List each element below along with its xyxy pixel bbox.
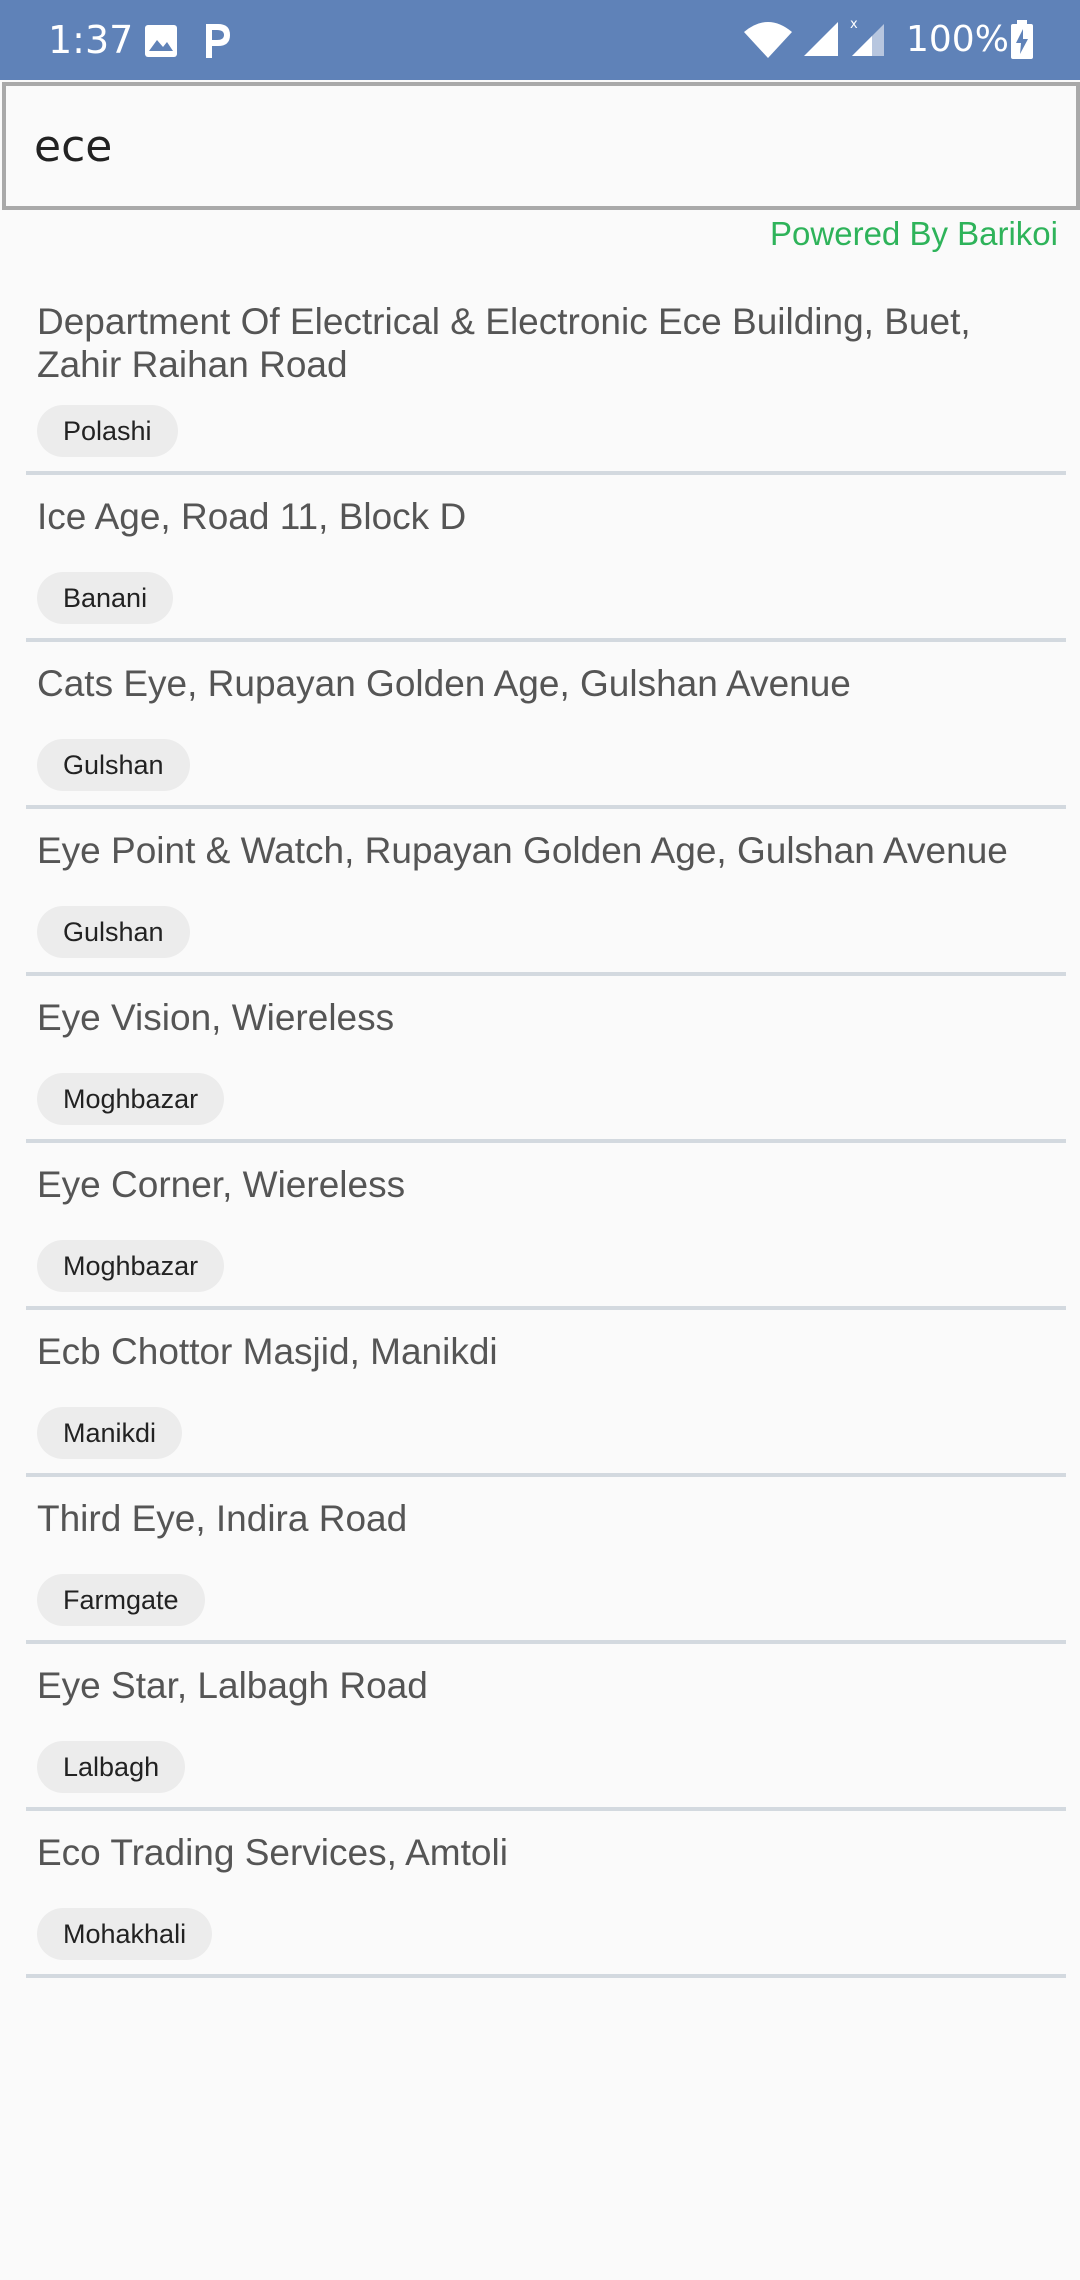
result-title: Eye Star, Lalbagh Road bbox=[37, 1665, 428, 1706]
result-title: Third Eye, Indira Road bbox=[37, 1498, 408, 1539]
result-title: Ice Age, Road 11, Block D bbox=[37, 496, 467, 537]
battery-charging-icon bbox=[1010, 20, 1034, 65]
result-item[interactable]: Eye Star, Lalbagh Road Lalbagh bbox=[26, 1644, 1066, 1811]
result-item[interactable]: Eye Point & Watch, Rupayan Golden Age, G… bbox=[26, 809, 1066, 976]
parking-app-icon bbox=[200, 20, 234, 65]
result-title: Eye Vision, Wiereless bbox=[37, 997, 395, 1038]
result-item[interactable]: Third Eye, Indira Road Farmgate bbox=[26, 1477, 1066, 1644]
result-title: Eye Point & Watch, Rupayan Golden Age, G… bbox=[37, 830, 1008, 871]
result-item[interactable]: Eye Corner, Wiereless Moghbazar bbox=[26, 1143, 1066, 1310]
result-title: Department Of Electrical & Electronic Ec… bbox=[37, 301, 971, 385]
result-title: Ecb Chottor Masjid, Manikdi bbox=[37, 1331, 498, 1372]
cell-signal-x-icon: x bbox=[848, 16, 888, 63]
search-box[interactable] bbox=[2, 82, 1080, 210]
battery-percent: 100% bbox=[906, 19, 1009, 60]
status-time: 1:37 bbox=[48, 18, 134, 62]
result-item[interactable]: Ice Age, Road 11, Block D Banani bbox=[26, 475, 1066, 642]
result-title: Cats Eye, Rupayan Golden Age, Gulshan Av… bbox=[37, 663, 851, 704]
cell-signal-icon bbox=[802, 20, 840, 63]
area-chip: Lalbagh bbox=[37, 1741, 186, 1793]
area-chip: Moghbazar bbox=[37, 1240, 225, 1292]
area-chip: Farmgate bbox=[37, 1574, 205, 1626]
image-icon bbox=[144, 24, 178, 63]
result-item[interactable]: Cats Eye, Rupayan Golden Age, Gulshan Av… bbox=[26, 642, 1066, 809]
result-title: Eye Corner, Wiereless bbox=[37, 1164, 406, 1205]
svg-text:x: x bbox=[850, 17, 858, 32]
area-chip: Mohakhali bbox=[37, 1908, 213, 1960]
result-item[interactable]: Eco Trading Services, Amtoli Mohakhali bbox=[26, 1811, 1066, 1978]
area-chip: Moghbazar bbox=[37, 1073, 225, 1125]
result-item[interactable]: Ecb Chottor Masjid, Manikdi Manikdi bbox=[26, 1310, 1066, 1477]
result-item[interactable]: Department Of Electrical & Electronic Ec… bbox=[26, 280, 1066, 475]
status-bar: 1:37 x 100% bbox=[0, 0, 1080, 80]
wifi-icon bbox=[742, 20, 794, 65]
result-title: Eco Trading Services, Amtoli bbox=[37, 1832, 508, 1873]
results-list: Department Of Electrical & Electronic Ec… bbox=[26, 280, 1066, 1978]
powered-by-label: Powered By Barikoi bbox=[770, 215, 1058, 252]
area-chip: Manikdi bbox=[37, 1407, 183, 1459]
area-chip: Gulshan bbox=[37, 906, 190, 958]
result-item[interactable]: Eye Vision, Wiereless Moghbazar bbox=[26, 976, 1066, 1143]
search-input[interactable] bbox=[6, 86, 1076, 206]
area-chip: Banani bbox=[37, 572, 174, 624]
area-chip: Gulshan bbox=[37, 739, 190, 791]
area-chip: Polashi bbox=[37, 405, 178, 457]
